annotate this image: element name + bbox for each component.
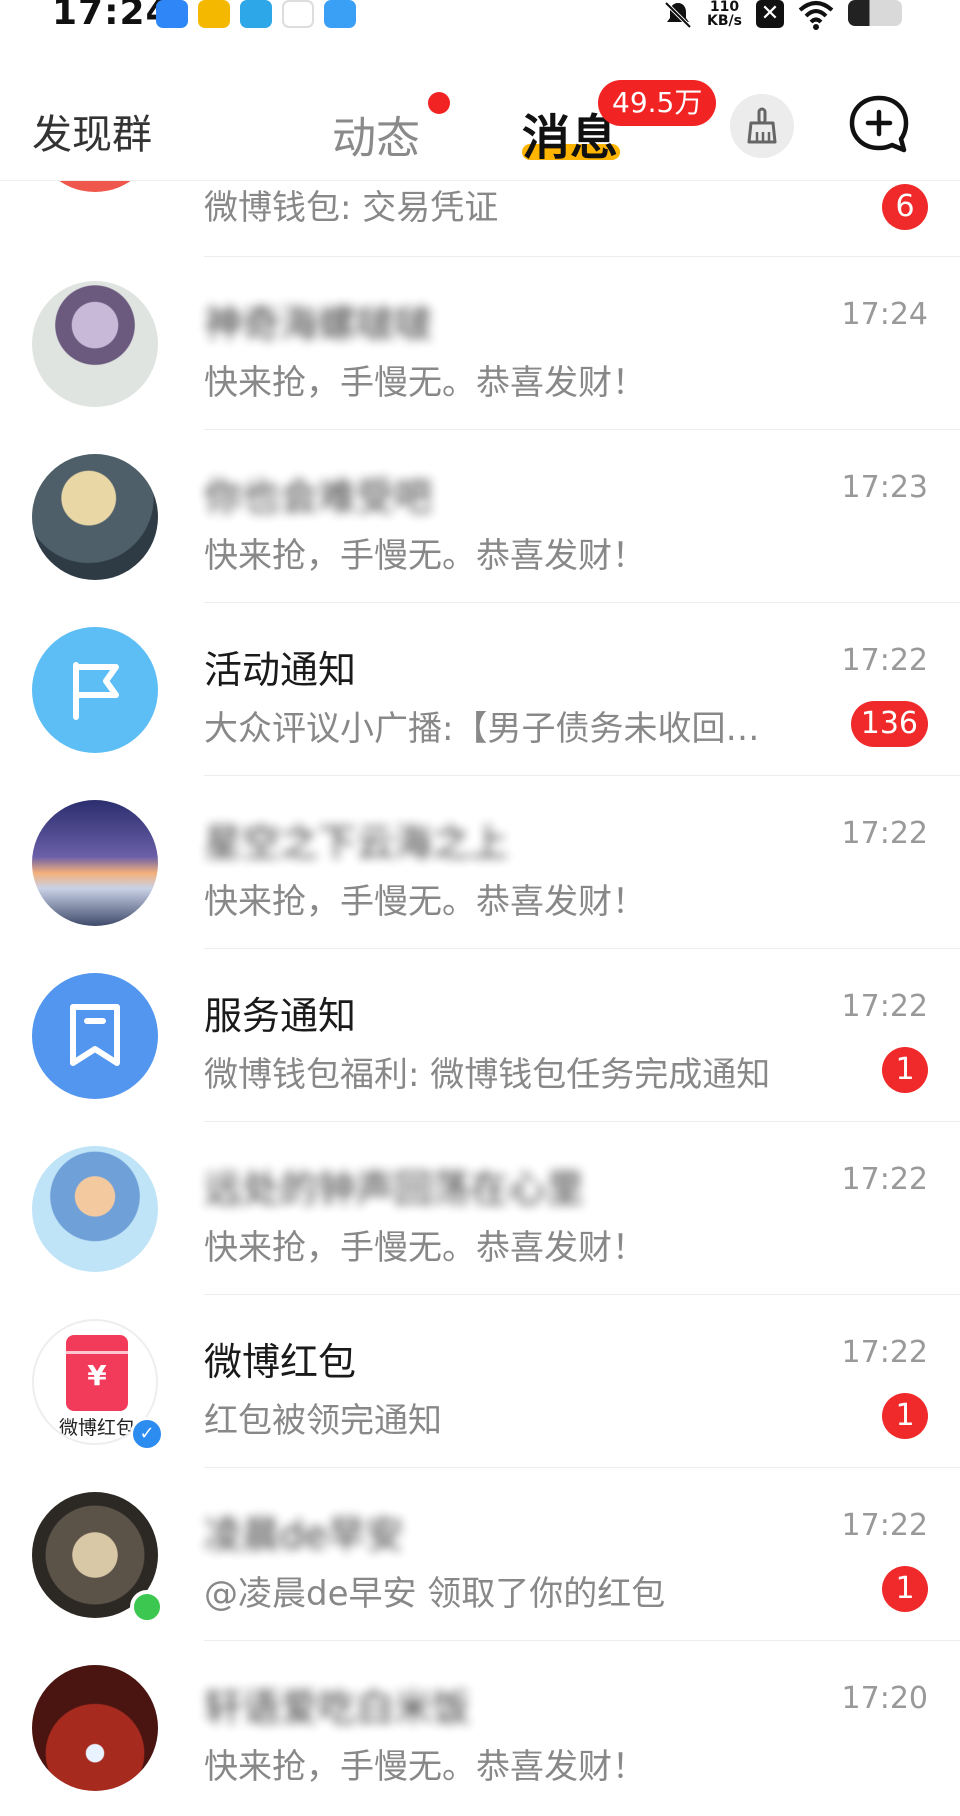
contact-name: 远处的钟声回荡在心里	[204, 1167, 585, 1211]
contact-name: 轩语爱吃白米饭	[204, 1686, 471, 1730]
unread-badge: 1	[882, 1393, 928, 1439]
discover-groups-link[interactable]: 发现群	[32, 102, 152, 160]
message-time: 17:22	[841, 1335, 928, 1370]
avatar	[32, 1665, 158, 1791]
message-preview: 快来抢，手慢无。恭喜发财！	[204, 363, 646, 403]
message-preview: 大众评议小广播:【男子债务未收回…	[204, 709, 760, 749]
message-time: 17:23	[841, 470, 928, 505]
avatar	[32, 800, 158, 926]
message-preview: 微博钱包: 交易凭证	[204, 188, 499, 228]
message-preview: 微博钱包福利: 微博钱包任务完成通知	[204, 1055, 771, 1095]
avatar	[32, 973, 158, 1099]
clear-unread-button[interactable]	[730, 94, 794, 158]
new-dot-badge	[428, 92, 450, 114]
avatar	[32, 454, 158, 580]
add-chat-icon	[849, 95, 909, 153]
contact-name: 微博红包	[204, 1340, 357, 1384]
message-time: 17:22	[841, 989, 928, 1024]
contact-name: 服务通知	[204, 994, 357, 1038]
unread-badge: 1	[882, 1047, 928, 1093]
top-nav: 发现群 动态 消息 49.5万	[0, 60, 960, 180]
conversation-row[interactable]: 远处的钟声回荡在心里 17:22 快来抢，手慢无。恭喜发财！	[0, 1122, 960, 1295]
new-chat-button[interactable]	[846, 92, 912, 158]
contact-name: 你也会难受吧	[204, 475, 433, 519]
contact-name: 活动通知	[204, 648, 357, 692]
conversation-list: 微博钱包: 交易凭证 6 神奇海螺啵啵 17:24 快来抢，手慢无。恭喜发财！ …	[0, 0, 960, 1816]
message-time: 17:22	[841, 643, 928, 678]
contact-name: 凌晨de早安	[204, 1513, 404, 1557]
message-time: 17:24	[841, 297, 928, 332]
conversation-row[interactable]: 凌晨de早安 17:22 @凌晨de早安 领取了你的红包 1	[0, 1468, 960, 1641]
message-preview: 快来抢，手慢无。恭喜发财！	[204, 536, 646, 576]
messages-count-badge: 49.5万	[598, 80, 717, 126]
bookmark-icon	[70, 1004, 120, 1066]
message-preview: @凌晨de早安 领取了你的红包	[204, 1574, 666, 1614]
message-preview: 快来抢，手慢无。恭喜发财！	[204, 882, 646, 922]
header-divider	[0, 180, 960, 181]
conversation-row[interactable]: ¥ 微博红包 ✓ 微博红包 17:22 红包被领完通知 1	[0, 1295, 960, 1468]
red-envelope-icon: ¥	[66, 1335, 128, 1411]
message-time: 17:22	[841, 816, 928, 851]
unread-badge: 136	[850, 701, 928, 747]
message-preview: 快来抢，手慢无。恭喜发财！	[204, 1228, 646, 1268]
conversation-row[interactable]: 服务通知 17:22 微博钱包福利: 微博钱包任务完成通知 1	[0, 949, 960, 1122]
message-time: 17:22	[841, 1162, 928, 1197]
conversation-row[interactable]: 你也会难受吧 17:23 快来抢，手慢无。恭喜发财！	[0, 430, 960, 603]
conversation-row[interactable]: 活动通知 17:22 大众评议小广播:【男子债务未收回… 136	[0, 603, 960, 776]
tab-dynamic[interactable]: 动态	[332, 102, 420, 166]
contact-name: 星空之下云海之上	[204, 821, 509, 865]
unread-badge: 1	[882, 1566, 928, 1612]
message-preview: 快来抢，手慢无。恭喜发财！	[204, 1747, 646, 1787]
avatar	[32, 1146, 158, 1272]
conversation-row[interactable]: 星空之下云海之上 17:22 快来抢，手慢无。恭喜发财！	[0, 776, 960, 949]
unread-badge: 6	[882, 184, 928, 230]
conversation-row[interactable]: 神奇海螺啵啵 17:24 快来抢，手慢无。恭喜发财！	[0, 257, 960, 430]
broom-icon	[747, 107, 777, 144]
online-status-icon	[130, 1590, 164, 1624]
contact-name: 神奇海螺啵啵	[204, 302, 433, 346]
verified-badge-icon: ✓	[130, 1417, 164, 1451]
avatar	[32, 627, 158, 753]
avatar	[32, 281, 158, 407]
message-preview: 红包被领完通知	[204, 1401, 442, 1441]
message-time: 17:20	[841, 1681, 928, 1716]
conversation-row[interactable]: 轩语爱吃白米饭 17:20 快来抢，手慢无。恭喜发财！	[0, 1641, 960, 1814]
message-time: 17:22	[841, 1508, 928, 1543]
flag-icon	[73, 662, 119, 720]
